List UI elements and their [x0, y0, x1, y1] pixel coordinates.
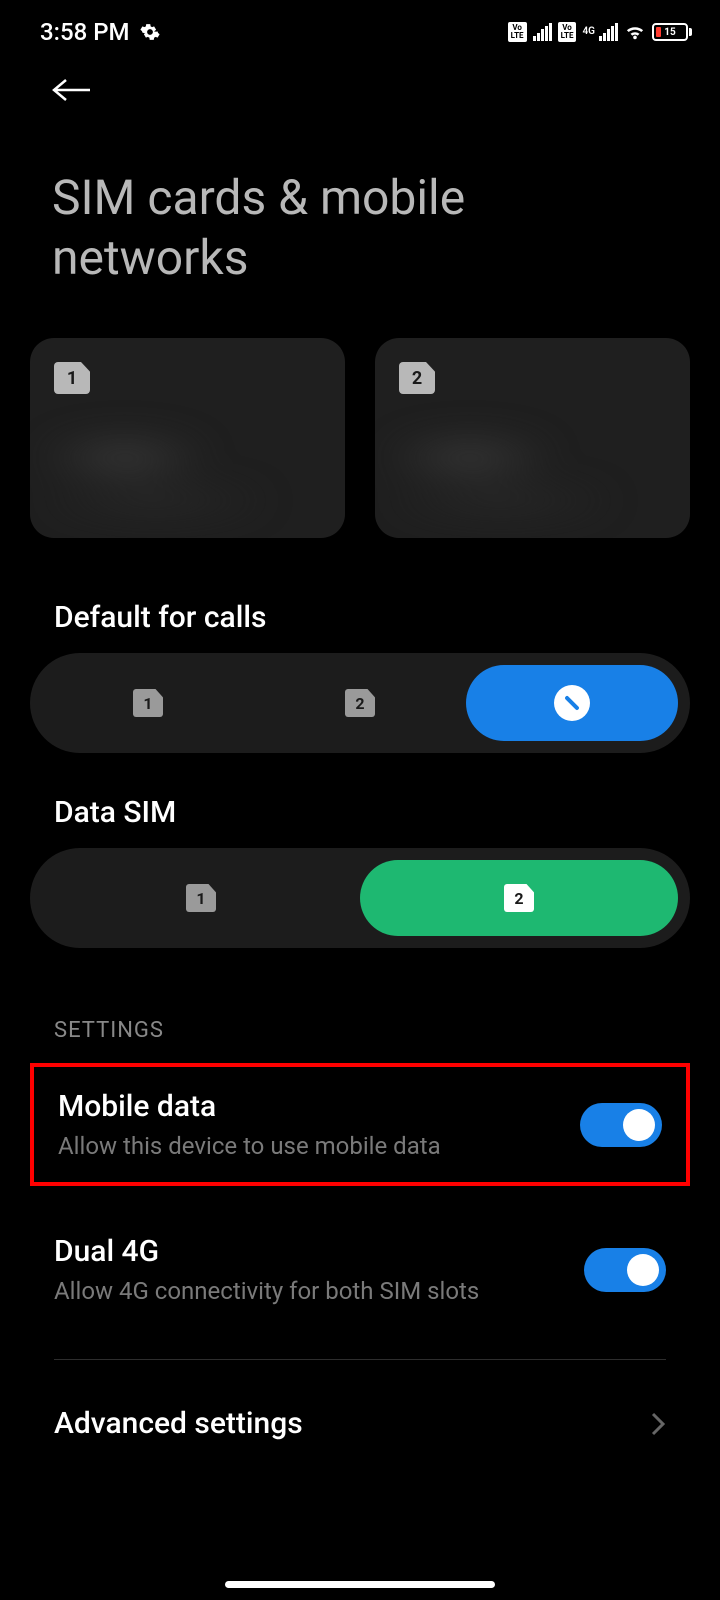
- back-arrow-icon: [50, 76, 94, 104]
- calls-option-sim2[interactable]: 2: [254, 665, 466, 741]
- calls-option-ask[interactable]: [466, 665, 678, 741]
- mobile-data-toggle[interactable]: [580, 1103, 662, 1147]
- sim-chip-icon: 2: [399, 362, 435, 394]
- data-option-sim1[interactable]: 1: [42, 860, 360, 936]
- dual-4g-subtitle: Allow 4G connectivity for both SIM slots: [54, 1277, 479, 1305]
- default-calls-label: Default for calls: [0, 558, 720, 653]
- sim-chip-icon: 1: [54, 362, 90, 394]
- settings-section-header: SETTINGS: [0, 948, 720, 1053]
- data-sim-selector: 1 2: [30, 848, 690, 948]
- 4g-label: 4G: [582, 27, 595, 37]
- status-bar: 3:58 PM VoLTE VoLTE 4G 15: [0, 0, 720, 56]
- highlight-annotation: Mobile data Allow this device to use mob…: [30, 1063, 690, 1186]
- advanced-settings-row[interactable]: Advanced settings: [0, 1360, 720, 1461]
- calls-option-sim1[interactable]: 1: [42, 665, 254, 741]
- dual-4g-toggle[interactable]: [584, 1248, 666, 1292]
- status-left: 3:58 PM: [40, 18, 160, 46]
- default-calls-selector: 1 2: [30, 653, 690, 753]
- back-button[interactable]: [0, 56, 720, 118]
- sim-chip-icon: 2: [504, 884, 534, 912]
- sim-number: 2: [412, 368, 422, 389]
- mobile-data-subtitle: Allow this device to use mobile data: [58, 1132, 441, 1160]
- sim-card-1[interactable]: 1: [30, 338, 345, 538]
- battery-level: 15: [654, 27, 686, 38]
- sim-cards-row: 1 2: [0, 318, 720, 558]
- mobile-data-title: Mobile data: [58, 1089, 441, 1124]
- gear-icon: [140, 22, 160, 42]
- status-right: VoLTE VoLTE 4G 15: [508, 22, 692, 42]
- mobile-data-row[interactable]: Mobile data Allow this device to use mob…: [34, 1067, 686, 1182]
- advanced-settings-title: Advanced settings: [54, 1406, 303, 1441]
- page-title: SIM cards & mobile networks: [0, 118, 720, 318]
- dual-4g-row[interactable]: Dual 4G Allow 4G connectivity for both S…: [0, 1208, 720, 1331]
- sim-number: 1: [67, 368, 77, 389]
- data-option-sim2[interactable]: 2: [360, 860, 678, 936]
- sim-info-redacted: [375, 413, 690, 538]
- dual-4g-title: Dual 4G: [54, 1234, 479, 1269]
- home-indicator[interactable]: [225, 1581, 495, 1588]
- wifi-icon: [624, 23, 646, 41]
- ask-icon: [554, 685, 590, 721]
- sim-chip-icon: 1: [186, 884, 216, 912]
- volte-icon: VoLTE: [508, 22, 527, 42]
- data-sim-label: Data SIM: [0, 753, 720, 848]
- volte-icon-2: VoLTE: [558, 22, 577, 42]
- sim-info-redacted: [30, 413, 345, 538]
- signal-icon-sim2: [599, 23, 618, 41]
- sim-card-2[interactable]: 2: [375, 338, 690, 538]
- signal-icon-sim1: [533, 23, 552, 41]
- sim-chip-icon: 1: [133, 689, 163, 717]
- clock: 3:58 PM: [40, 18, 130, 46]
- sim-chip-icon: 2: [345, 689, 375, 717]
- chevron-right-icon: [650, 1411, 666, 1437]
- battery-icon: 15: [652, 23, 692, 41]
